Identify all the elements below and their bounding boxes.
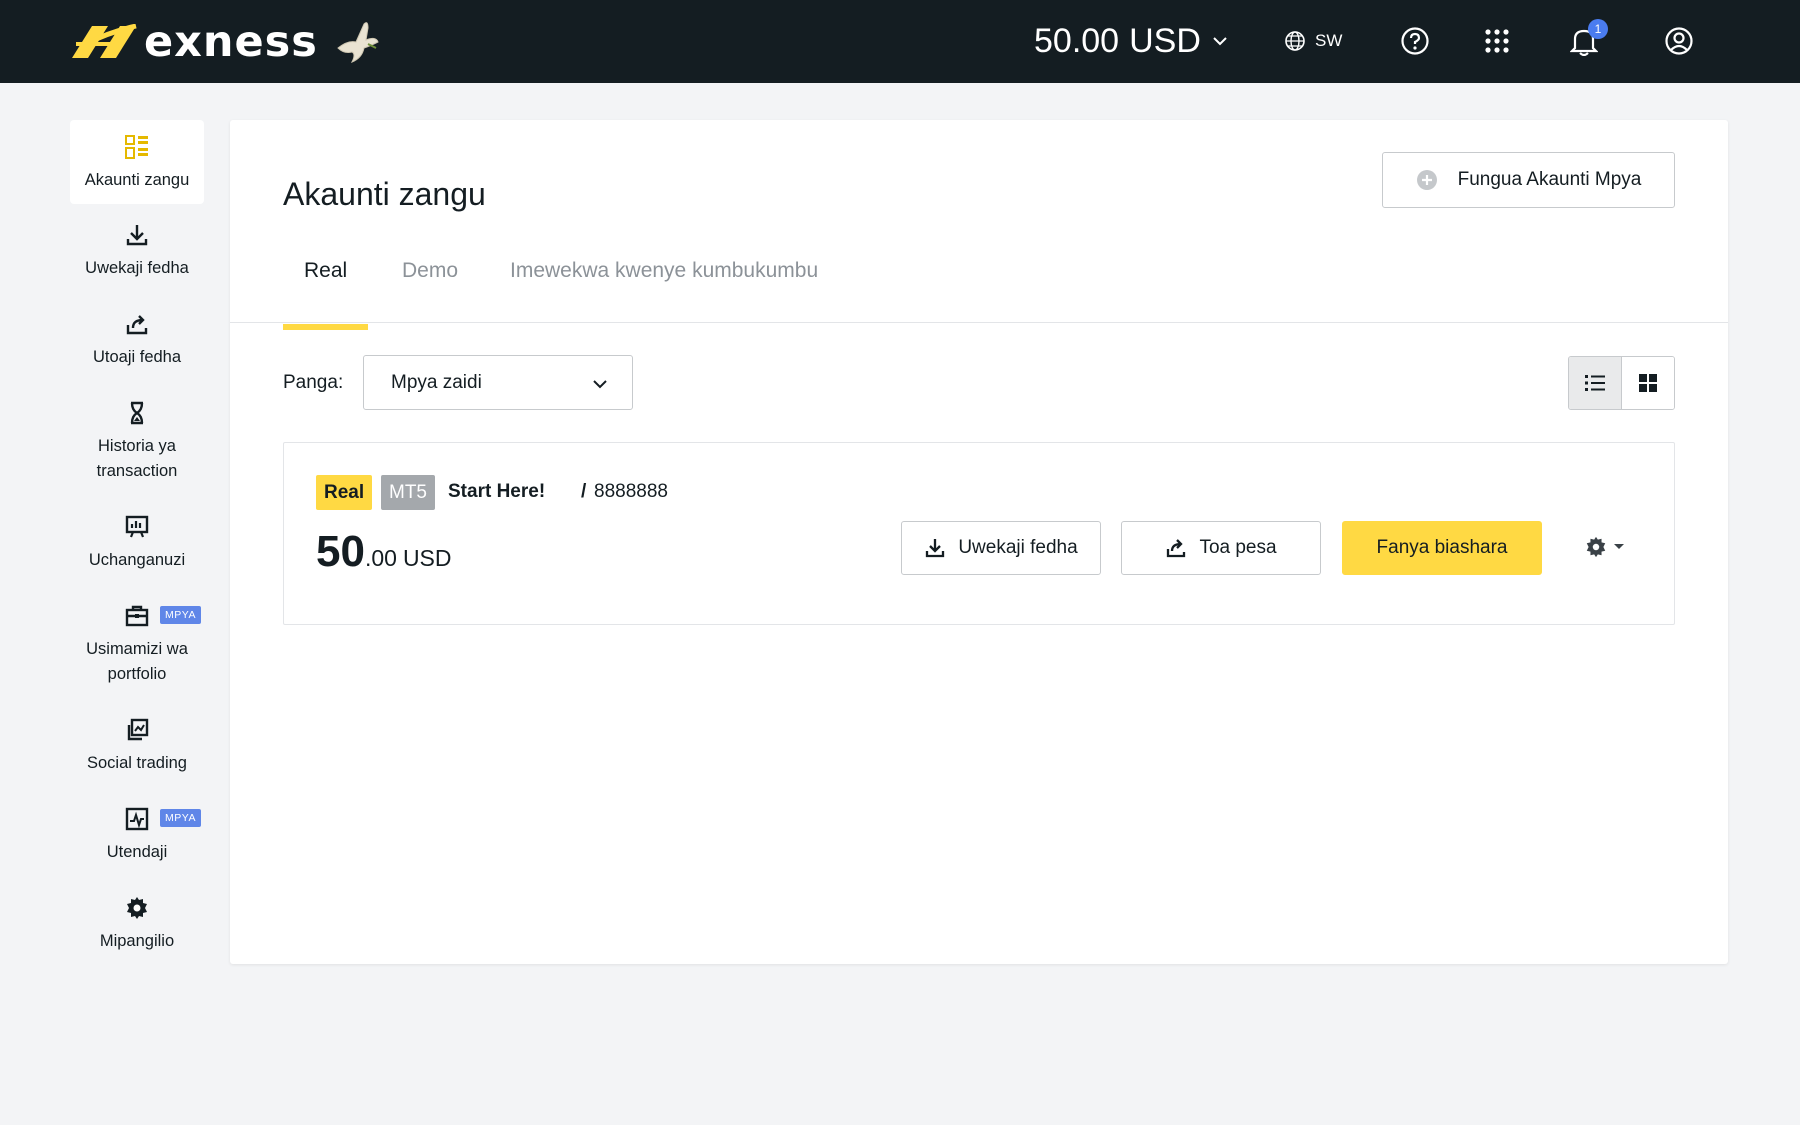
- tab-archived[interactable]: Imewekwa kwenye kumbukumbu: [489, 253, 839, 323]
- account-card: Real MT5 Start Here! / 8888888 50 .00 US…: [283, 442, 1675, 625]
- withdraw-button[interactable]: Toa pesa: [1121, 521, 1321, 575]
- exness-logo[interactable]: exness: [70, 12, 380, 72]
- briefcase-icon: [125, 605, 149, 627]
- sidebar-item-settings[interactable]: Mipangilio: [70, 893, 204, 954]
- account-balance: 50 .00 USD: [316, 527, 452, 577]
- sidebar-item-label: Akaunti zangu: [84, 171, 190, 189]
- plus-circle-icon: [1416, 170, 1437, 190]
- gear-icon: [127, 897, 147, 919]
- sort-select[interactable]: Mpya zaidi: [363, 355, 633, 410]
- sidebar-item-social-trading[interactable]: Social trading: [70, 715, 204, 776]
- sort-selected-value: Mpya zaidi: [391, 371, 482, 393]
- profile-button[interactable]: [1664, 20, 1694, 62]
- exness-logo-mark-icon: [72, 24, 137, 58]
- header-balance-currency: USD: [1129, 21, 1201, 60]
- sort-label: Panga:: [283, 372, 344, 393]
- sidebar-item-withdrawal[interactable]: Utoaji fedha: [70, 309, 204, 370]
- trade-label: Fanya biashara: [1376, 537, 1508, 558]
- sidebar-item-analytics[interactable]: Uchanganuzi: [70, 512, 204, 573]
- notifications-button[interactable]: 1: [1570, 19, 1608, 62]
- open-new-account-button[interactable]: Fungua Akaunti Mpya: [1382, 152, 1675, 208]
- tabs-divider: [230, 322, 1728, 323]
- header-balance-amount: 50.00: [1034, 21, 1120, 60]
- sidebar-item-label: Uwekaji fedha: [85, 259, 189, 277]
- balance-integer: 50: [316, 527, 365, 576]
- new-badge: MPYA: [160, 606, 201, 624]
- language-code: SW: [1315, 31, 1343, 50]
- deposit-label: Uwekaji fedha: [958, 537, 1078, 558]
- notification-count-badge: 1: [1588, 19, 1608, 39]
- page-title: Akaunti zangu: [283, 176, 486, 212]
- list-view-button[interactable]: [1569, 357, 1622, 409]
- sidebar-item-label: Historia ya transaction: [96, 437, 178, 480]
- download-icon: [926, 539, 945, 558]
- presentation-icon: [125, 515, 149, 538]
- balance-decimal: .00: [364, 545, 397, 571]
- share-out-icon: [126, 315, 148, 335]
- performance-icon: [125, 807, 149, 831]
- sidebar-item-label: Usimamizi wa portfolio: [86, 640, 188, 683]
- account-settings-menu[interactable]: [1584, 535, 1626, 559]
- main-panel: Akaunti zangu Fungua Akaunti Mpya Real D…: [230, 120, 1728, 964]
- grid-icon: [1638, 374, 1657, 392]
- copy-trade-icon: [127, 718, 149, 741]
- list-icon: [1584, 375, 1605, 391]
- tab-real[interactable]: Real: [283, 253, 369, 330]
- gear-icon: [1586, 536, 1606, 558]
- sidebar-item-portfolio-management[interactable]: MPYA Usimamizi wa portfolio: [70, 601, 204, 687]
- help-icon: [1401, 27, 1429, 55]
- balance-dropdown[interactable]: 50.00 USD: [1034, 18, 1229, 64]
- dashboard-icon: [125, 135, 148, 159]
- chevron-down-icon: [593, 380, 607, 389]
- deposit-button[interactable]: Uwekaji fedha: [901, 521, 1101, 575]
- user-circle-icon: [1665, 27, 1693, 55]
- download-icon: [126, 225, 148, 246]
- sidebar-item-label: Mipangilio: [99, 932, 175, 950]
- trade-button[interactable]: Fanya biashara: [1342, 521, 1542, 575]
- open-new-account-label: Fungua Akaunti Mpya: [1457, 169, 1642, 190]
- account-number: 8888888: [594, 481, 668, 502]
- account-type-badge: Real: [316, 475, 373, 510]
- hourglass-icon: [130, 401, 144, 425]
- sidebar-item-performance[interactable]: MPYA Utendaji: [70, 804, 204, 865]
- balance-currency: USD: [402, 545, 452, 571]
- language-selector[interactable]: SW: [1284, 20, 1342, 62]
- help-button[interactable]: [1400, 20, 1430, 62]
- account-name[interactable]: Start Here!: [448, 481, 545, 503]
- account-separator: /: [581, 481, 587, 502]
- grid-view-button[interactable]: [1621, 357, 1674, 409]
- sidebar-item-label: Utendaji: [106, 843, 168, 861]
- logo-text: exness: [144, 17, 318, 67]
- platform-badge: MT5: [381, 475, 435, 510]
- caret-down-icon: [1614, 544, 1624, 549]
- view-mode-toggle: [1568, 356, 1675, 410]
- chevron-down-icon: [1213, 37, 1227, 46]
- share-out-icon: [1167, 539, 1186, 558]
- sidebar-item-my-accounts[interactable]: Akaunti zangu: [70, 120, 204, 204]
- top-bar: exness 50.00 USD SW 1: [0, 0, 1800, 83]
- sidebar-item-label: Utoaji fedha: [92, 348, 182, 366]
- apps-grid-icon: [1485, 29, 1509, 53]
- apps-button[interactable]: [1484, 20, 1510, 62]
- sidebar-item-label: Social trading: [87, 754, 187, 772]
- globe-icon: [1285, 31, 1305, 51]
- new-badge: MPYA: [160, 809, 201, 827]
- sidebar-item-deposit[interactable]: Uwekaji fedha: [70, 220, 204, 281]
- tab-demo[interactable]: Demo: [381, 253, 479, 323]
- dove-icon: [337, 22, 379, 63]
- sidebar-item-transaction-history[interactable]: Historia ya transaction: [70, 398, 204, 484]
- withdraw-label: Toa pesa: [1199, 537, 1277, 558]
- sidebar-item-label: Uchanganuzi: [88, 551, 186, 569]
